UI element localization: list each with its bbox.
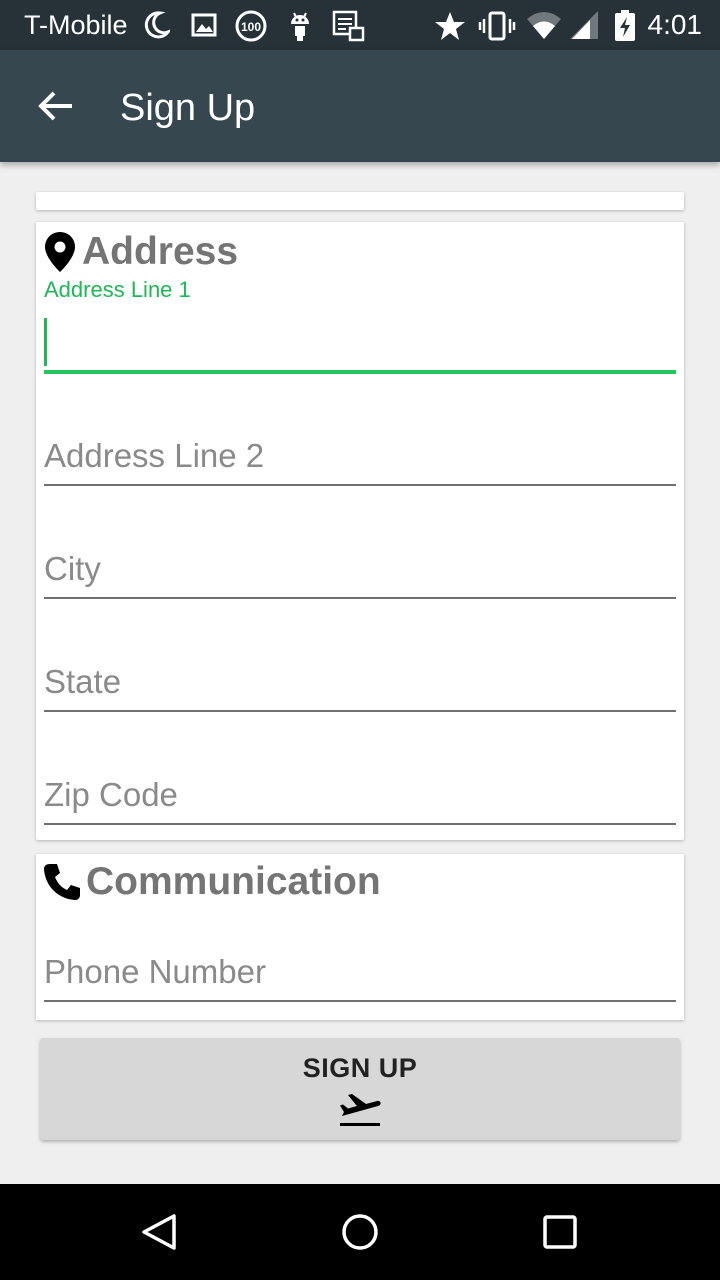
phone-number-underline [44, 1000, 676, 1002]
page-title: Sign Up [120, 87, 256, 129]
flight-takeoff-icon [340, 1094, 381, 1126]
previous-card [36, 192, 684, 210]
zip-code-field[interactable]: Zip Code [44, 771, 676, 825]
city-underline [44, 597, 676, 599]
star-icon [435, 12, 465, 40]
state-label: State [44, 663, 122, 700]
image-icon [191, 13, 217, 37]
navigation-bar [0, 1184, 720, 1280]
address-line-2-underline [44, 484, 676, 486]
state-underline [44, 710, 676, 712]
zip-code-label: Zip Code [44, 776, 178, 813]
communication-title: Communication [86, 860, 381, 903]
address-header: Address [42, 230, 238, 274]
phone-number-field[interactable]: Phone Number [44, 950, 676, 1004]
battery-charging-icon [615, 10, 635, 41]
back-button[interactable] [24, 74, 88, 138]
address-card: Address Address Line 1 Address Line 2 Ci… [36, 222, 684, 840]
screenshot-icon [332, 10, 365, 42]
phone-number-label: Phone Number [44, 953, 266, 990]
svg-text:100: 100 [241, 20, 261, 34]
city-field[interactable]: City [44, 545, 676, 599]
battery-100-icon: 100 [235, 10, 267, 42]
text-cursor [44, 318, 47, 366]
app-bar: Sign Up [0, 50, 720, 162]
recents-square-icon[interactable] [536, 1208, 584, 1256]
sign-up-button[interactable]: SIGN UP [40, 1038, 680, 1140]
android-icon [291, 12, 309, 41]
city-label: City [44, 550, 101, 587]
signal-icon [570, 11, 598, 39]
home-circle-icon[interactable] [336, 1208, 384, 1256]
clock: 4:01 [647, 9, 703, 40]
communication-header: Communication [42, 860, 381, 904]
status-bar: T-Mobile 100 4:01 [0, 0, 720, 50]
moon-icon [144, 11, 170, 39]
zip-code-underline [44, 823, 676, 825]
sign-up-label: SIGN UP [302, 1053, 418, 1083]
address-line-2-field[interactable]: Address Line 2 [44, 432, 676, 486]
address-line-2-label: Address Line 2 [44, 437, 265, 474]
state-field[interactable]: State [44, 658, 676, 712]
arrow-back-icon [38, 91, 72, 121]
address-line-1-label: Address Line 1 [44, 277, 191, 302]
carrier-name: T-Mobile [24, 10, 128, 40]
back-triangle-icon[interactable] [136, 1208, 184, 1256]
address-title: Address [82, 230, 239, 273]
wifi-icon [527, 12, 561, 39]
location-pin-icon [45, 232, 75, 272]
communication-card: Communication Phone Number [36, 854, 684, 1020]
vibrate-icon [478, 11, 516, 41]
address-line-1-underline [44, 370, 676, 374]
phone-icon [44, 864, 80, 900]
